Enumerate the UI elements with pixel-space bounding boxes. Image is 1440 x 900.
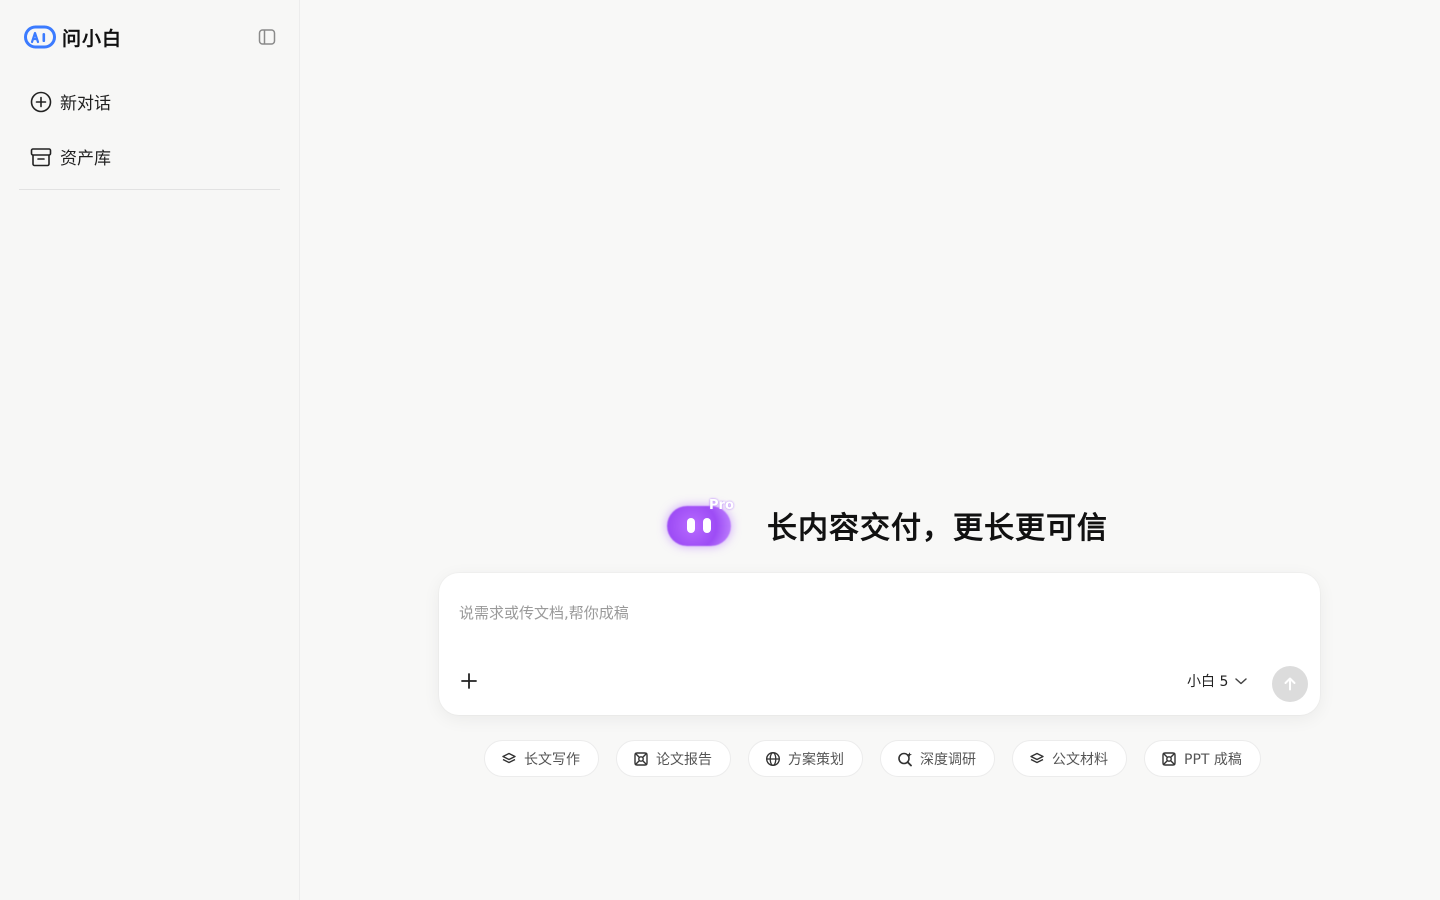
sidebar-toggle-button[interactable] (257, 27, 277, 47)
model-select-value: 小白 5 (1187, 674, 1229, 690)
chip-long-writing[interactable]: 长文写作 (484, 740, 599, 777)
chip-label: PPT 成稿 (1184, 751, 1242, 768)
stack-icon (1030, 752, 1044, 763)
sidebar-item-assets[interactable]: 资产库 (30, 144, 111, 169)
sidebar: 问小白 新对话 资产库 (0, 0, 300, 900)
send-button[interactable] (1272, 666, 1308, 702)
ai-logo-icon (24, 25, 56, 48)
model-select[interactable]: 小白 5 (1187, 671, 1248, 691)
sidebar-item-label: 新对话 (60, 94, 111, 114)
attach-button[interactable] (454, 666, 484, 696)
chip-deep-research[interactable]: 深度调研 (880, 740, 995, 777)
hero-title: 长内容交付，更长更可信 (767, 511, 1108, 546)
quick-actions: 长文写作 论文报告 方案策划 深度调研 公文材料 PPT 成稿 (484, 740, 1261, 777)
chip-label: 方案策划 (788, 751, 844, 768)
plus-circle-icon (30, 91, 52, 112)
plus-icon (461, 673, 477, 689)
stack-icon (502, 752, 516, 763)
chip-ppt[interactable]: PPT 成稿 (1144, 740, 1261, 777)
chip-paper-report[interactable]: 论文报告 (616, 740, 731, 777)
search-spark-icon (898, 751, 912, 766)
sidebar-divider (19, 189, 280, 190)
pro-badge: Pro (709, 498, 734, 513)
sidebar-item-new-chat[interactable]: 新对话 (30, 89, 111, 114)
atom-icon (1162, 751, 1176, 766)
arrow-up-icon (1284, 677, 1296, 691)
chip-label: 深度调研 (920, 751, 976, 768)
brand-name: 问小白 (62, 28, 123, 50)
composer: 小白 5 (439, 573, 1320, 715)
mascot-eye-right (703, 518, 711, 533)
mascot-icon: Pro (663, 498, 737, 552)
atom-icon (634, 751, 648, 766)
chevron-down-icon (1235, 678, 1248, 685)
chip-official-docs[interactable]: 公文材料 (1012, 740, 1127, 777)
prompt-input[interactable] (459, 599, 1299, 627)
brand[interactable]: 问小白 (24, 24, 122, 51)
mascot-eye-left (687, 518, 695, 533)
chip-label: 长文写作 (524, 751, 580, 768)
chip-label: 论文报告 (656, 751, 712, 768)
chip-label: 公文材料 (1052, 751, 1108, 768)
hero: Pro 长内容交付，更长更可信 (663, 498, 1108, 552)
globe-icon (765, 751, 781, 766)
sidebar-item-label: 资产库 (60, 149, 111, 169)
chip-plan[interactable]: 方案策划 (748, 740, 863, 777)
archive-box-icon (30, 147, 52, 166)
sidebar-toggle-icon (258, 29, 276, 45)
